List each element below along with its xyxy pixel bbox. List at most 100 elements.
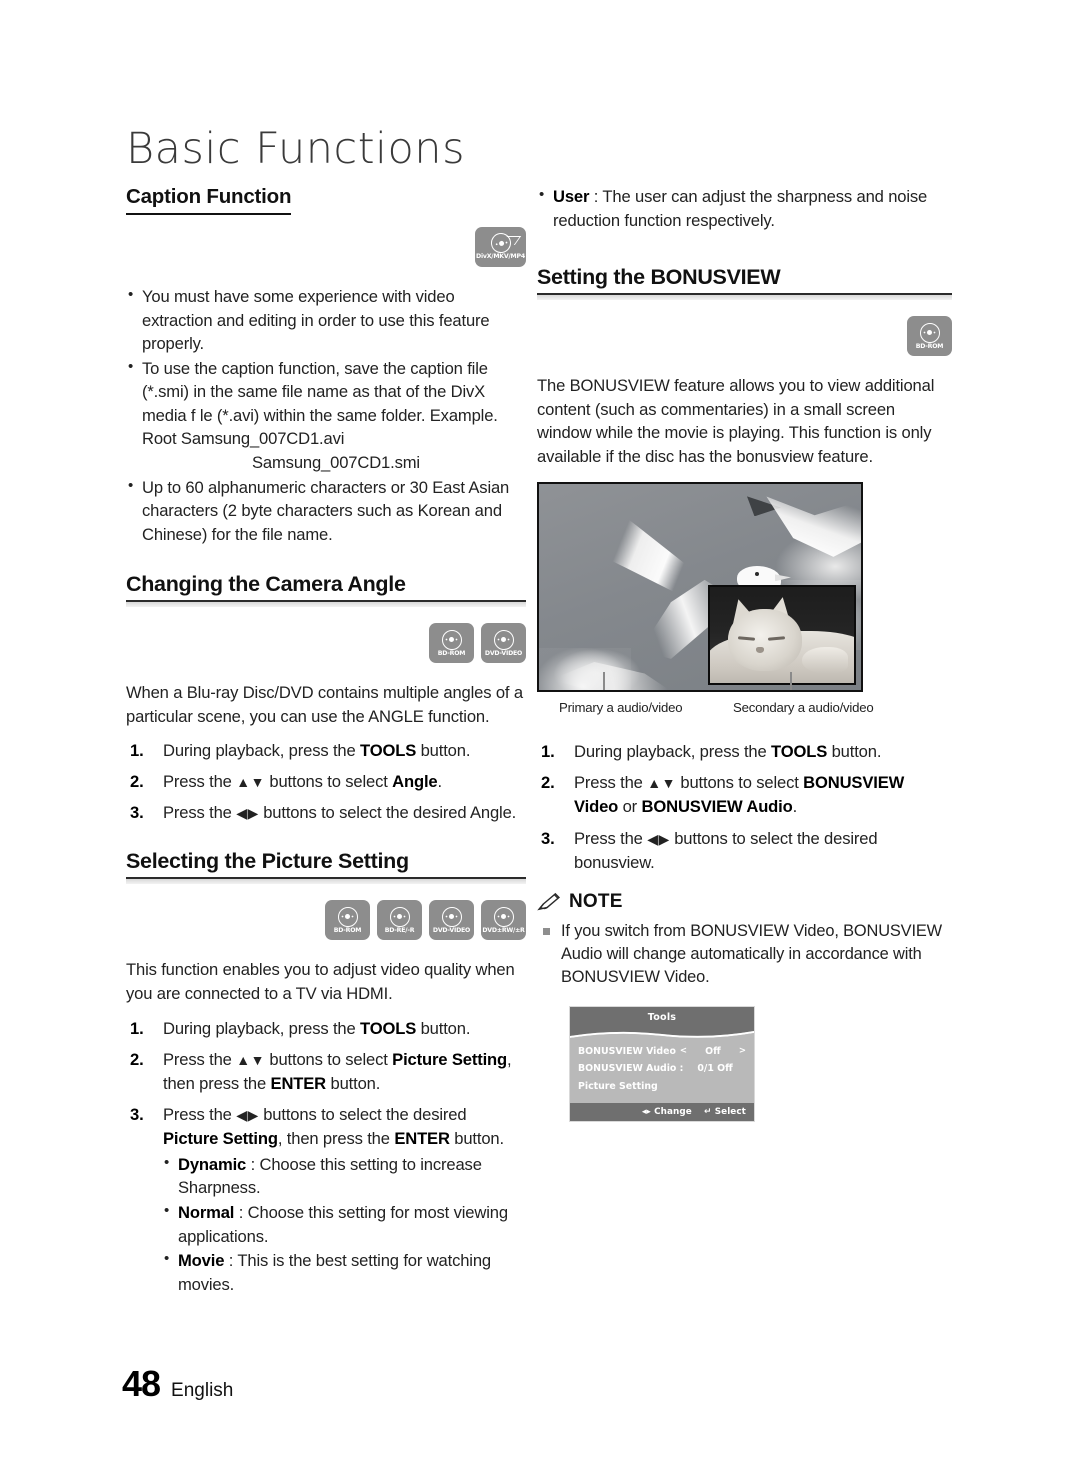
- step-text-post: button.: [326, 1073, 381, 1093]
- disc-bd-rom-icon: BD-ROM: [429, 623, 474, 664]
- option-desc: The user can adjust the sharpness and no…: [553, 187, 928, 230]
- osd-row-picture-setting[interactable]: Picture Setting: [578, 1078, 746, 1096]
- section-divider: [537, 293, 952, 301]
- tools-osd-screenshot: Tools BONUSVIEW Video < Off > BONUSVIEW …: [569, 1005, 755, 1123]
- picture-setting-options: Dynamic : Choose this setting to increas…: [163, 1152, 526, 1296]
- option-name: Dynamic: [178, 1154, 247, 1174]
- page-footer: 48 English: [122, 1363, 233, 1405]
- note-list: If you switch from BONUSVIEW Video, BONU…: [537, 920, 952, 990]
- section-caption-function: Caption Function DivX/MKV/MP4 You must h…: [126, 185, 526, 546]
- step-text-mid: buttons to select: [264, 1049, 393, 1069]
- step-text-mid: buttons to select the desired: [258, 1104, 467, 1124]
- step-number: 1.: [541, 742, 555, 762]
- step-bold-2: ENTER: [394, 1128, 450, 1148]
- cat-head-shape: [728, 609, 802, 672]
- camera-angle-steps: 1. During playback, press the TOOLS butt…: [126, 739, 526, 825]
- caption-secondary: Secondary a audio/video: [733, 700, 874, 716]
- badge-label: BD-RE/-R: [384, 926, 415, 934]
- step-number: 2.: [130, 1049, 144, 1069]
- step-text: Press the: [574, 773, 648, 793]
- badge-label: BD-ROM: [915, 342, 944, 350]
- step-text-mid2: or: [618, 797, 642, 817]
- option-item: User : The user can adjust the sharpness…: [537, 184, 952, 232]
- picture-setting-intro: This function enables you to adjust vide…: [126, 960, 515, 1004]
- disc-dvd-rw-r-icon: DVD±RW/±R: [481, 900, 526, 941]
- step-number: 2.: [130, 772, 144, 792]
- section-divider: [126, 877, 526, 885]
- picture-setting-steps: 1. During playback, press the TOOLS butt…: [126, 1017, 526, 1297]
- updown-arrows-icon: ▲▼: [236, 1051, 265, 1068]
- caption-primary: Primary a audio/video: [559, 700, 683, 716]
- step-bold: TOOLS: [771, 742, 828, 762]
- sleeping-cat-photo: [708, 585, 856, 686]
- disc-badge-group-bonusview: BD-ROM: [537, 316, 952, 357]
- badge-label: BD-ROM: [333, 926, 362, 934]
- step-number: 2.: [541, 773, 555, 793]
- step-bold: Picture Setting: [392, 1049, 508, 1069]
- step-text: Press the: [574, 828, 648, 848]
- osd-row-label: BONUSVIEW Audio :: [578, 1063, 684, 1075]
- step-text: During playback, press the: [574, 742, 772, 762]
- badge-label: DVD±RW/±R: [482, 926, 525, 934]
- caption-function-bullets: You must have some experience with video…: [126, 284, 526, 546]
- step-text: During playback, press the: [163, 741, 361, 761]
- chevron-left-icon[interactable]: <: [680, 1043, 687, 1059]
- step-number: 3.: [130, 1104, 144, 1124]
- badge-label: BD-ROM: [437, 649, 466, 657]
- step-text-mid: buttons to select: [264, 772, 393, 792]
- option-item: Normal : Choose this setting for most vi…: [163, 1200, 526, 1248]
- osd-wave-divider: [570, 1026, 754, 1040]
- bonusview-steps: 1. During playback, press the TOOLS butt…: [537, 740, 952, 874]
- step-number: 1.: [130, 1018, 144, 1038]
- option-sep: :: [224, 1251, 238, 1271]
- section-camera-angle: Changing the Camera Angle BD-ROM DVD-VID…: [126, 572, 526, 825]
- disc-dvd-video-icon: DVD-VIDEO: [429, 900, 474, 941]
- example-line-2: Samsung_007CD1.smi: [252, 452, 420, 472]
- left-column: Caption Function DivX/MKV/MP4 You must h…: [126, 185, 526, 1303]
- disc-badge-group-picture: BD-ROM BD-RE/-R DVD-VIDEO DVD±RW/±R: [126, 900, 526, 941]
- option-sep: :: [234, 1202, 248, 1222]
- step-item: 3. Press the ◀▶ buttons to select the de…: [126, 1103, 526, 1296]
- option-name: Normal: [178, 1202, 235, 1222]
- user-option-bullet: User : The user can adjust the sharpness…: [537, 184, 952, 232]
- step-text-post: button.: [416, 741, 471, 761]
- step-text: Press the: [163, 803, 237, 823]
- osd-row-label: Picture Setting: [578, 1081, 658, 1093]
- leftright-arrows-icon: ◀▶: [236, 1106, 259, 1123]
- step-item: 1. During playback, press the TOOLS butt…: [126, 1017, 526, 1041]
- list-item: You must have some experience with video…: [126, 284, 526, 356]
- bonusview-intro: The BONUSVIEW feature allows you to view…: [537, 376, 935, 466]
- figure-captions: Primary a audio/video Secondary a audio/…: [537, 700, 874, 726]
- enter-key-icon: ↵: [704, 1107, 712, 1118]
- bullet-text: Up to 60 alphanumeric characters or 30 E…: [142, 477, 510, 544]
- disc-badge-group-angle: BD-ROM DVD-VIDEO: [126, 623, 526, 664]
- osd-footer: ◂▸ Change ↵ Select: [570, 1103, 754, 1122]
- leftright-arrows-icon: ◂▸: [641, 1107, 651, 1118]
- step-number: 3.: [130, 803, 144, 823]
- step-item: 1. During playback, press the TOOLS butt…: [537, 740, 952, 764]
- chevron-right-icon[interactable]: >: [739, 1043, 746, 1059]
- step-text-mid2: , then press the: [277, 1128, 395, 1148]
- updown-arrows-icon: ▲▼: [647, 775, 676, 792]
- camera-angle-intro: When a Blu-ray Disc/DVD contains multipl…: [126, 683, 523, 726]
- osd-change-hint: ◂▸ Change: [642, 1107, 692, 1117]
- step-number: 1.: [130, 741, 144, 761]
- option-sep: :: [589, 187, 603, 206]
- step-item: 2. Press the ▲▼ buttons to select Angle.: [126, 770, 526, 794]
- option-name: Movie: [178, 1251, 225, 1271]
- section-heading-bonusview: Setting the BONUSVIEW: [537, 265, 781, 290]
- leftright-arrows-icon: ◀▶: [236, 805, 259, 822]
- section-bonusview: Setting the BONUSVIEW BD-ROM The BONUSVI…: [537, 265, 952, 1123]
- osd-row-bonusview-video[interactable]: BONUSVIEW Video < Off >: [578, 1043, 746, 1061]
- step-text-post: .: [792, 797, 798, 817]
- leader-line-primary: [603, 672, 605, 691]
- disc-bd-rom-icon: BD-ROM: [325, 900, 370, 941]
- page-number: 48: [122, 1363, 161, 1404]
- cloud-shape: [539, 648, 631, 691]
- osd-row-bonusview-audio[interactable]: BONUSVIEW Audio : 0/1 Off: [578, 1060, 746, 1078]
- option-name: User: [553, 187, 590, 206]
- bonusview-figure: Primary a audio/video Secondary a audio/…: [537, 482, 874, 726]
- option-item: Movie : This is the best setting for wat…: [163, 1248, 526, 1296]
- section-divider: [126, 600, 526, 608]
- osd-select-hint: ↵ Select: [704, 1107, 746, 1117]
